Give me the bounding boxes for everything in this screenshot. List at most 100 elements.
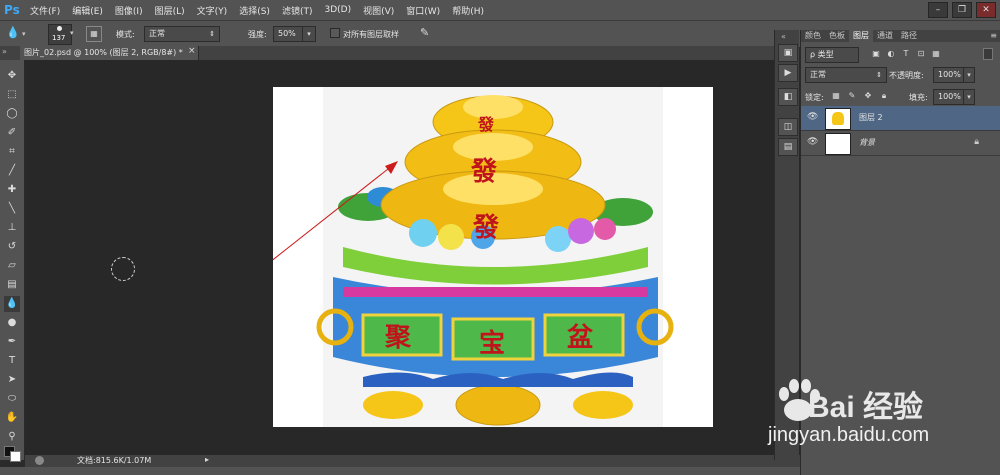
fa-character-middle: 發 (471, 157, 498, 187)
visibility-eye-icon[interactable]: 👁︎ (807, 137, 818, 147)
zoom-tool-icon[interactable]: ⚲ (4, 429, 20, 445)
hand-tool-icon[interactable]: ✋ (4, 410, 20, 426)
gem-ball (545, 226, 571, 252)
panel-menu-icon[interactable]: ≡ (986, 30, 1000, 42)
layer-name[interactable]: 背景 (859, 137, 875, 148)
expand-panels-icon[interactable]: « (781, 32, 786, 41)
tab-layers[interactable]: 图层 (849, 30, 873, 42)
background-color-swatch[interactable] (10, 451, 21, 462)
layer-row-layer-2[interactable]: 👁︎ 图层 2 (801, 106, 1000, 131)
healing-brush-tool-icon[interactable]: ✚ (4, 182, 20, 198)
bowl-band (343, 287, 648, 297)
adjustment-filter-icon[interactable]: ◐ (886, 49, 896, 59)
menu-edit[interactable]: 编辑(E) (72, 4, 103, 17)
ellipse-tool-icon[interactable]: ⬭ (4, 391, 20, 407)
restore-button[interactable]: ❐ (952, 2, 972, 18)
path-selection-tool-icon[interactable]: ➤ (4, 372, 20, 388)
menu-file[interactable]: 文件(F) (30, 4, 60, 17)
gradient-tool-icon[interactable]: ▤ (4, 277, 20, 293)
lasso-tool-icon[interactable]: ◯ (4, 106, 20, 122)
menu-type[interactable]: 文字(Y) (197, 4, 228, 17)
crop-tool-icon[interactable]: ⌗ (4, 144, 20, 160)
menu-view[interactable]: 视图(V) (363, 4, 394, 17)
pressure-icon[interactable]: ✎ (420, 26, 429, 39)
menu-select[interactable]: 选择(S) (239, 4, 270, 17)
tab-color[interactable]: 颜色 (801, 30, 825, 42)
brush-preset-picker[interactable]: 137 (48, 24, 72, 45)
pixel-filter-icon[interactable]: ▣ (871, 49, 881, 59)
gem-ball (568, 218, 594, 244)
layer-name[interactable]: 图层 2 (859, 112, 883, 123)
status-menu-icon[interactable] (35, 456, 44, 465)
lock-fill-row: 锁定: ▦ ✎ ✥ 🔒︎ 填充: 100% ▾ (801, 88, 1000, 106)
properties-panel-icon[interactable]: ◧ (778, 88, 798, 106)
lock-transparent-icon[interactable]: ▦ (831, 91, 841, 101)
menu-3d[interactable]: 3D(D) (324, 5, 351, 15)
lock-position-icon[interactable]: ✥ (863, 91, 873, 101)
brush-panel-toggle-icon[interactable]: ▦ (86, 26, 102, 42)
status-arrow-icon[interactable]: ▸ (205, 455, 209, 464)
document-tab[interactable]: 图片_02.psd @ 100% (图层 2, RGB/8#) * × (20, 46, 199, 60)
tab-paths[interactable]: 路径 (897, 30, 921, 42)
lock-all-icon[interactable]: 🔒︎ (879, 91, 889, 101)
select-arrows-icon: ⇕ (876, 71, 882, 79)
sample-all-layers-checkbox[interactable] (330, 28, 340, 38)
dodge-tool-icon[interactable]: ● (4, 315, 20, 331)
strength-dropdown-icon[interactable]: ▾ (302, 26, 316, 42)
blur-tool-icon[interactable]: 💧 (6, 26, 20, 40)
baidu-brand-text: Bai 经验 (808, 391, 924, 424)
brush-tool-icon[interactable]: ╲ (4, 201, 20, 217)
gem-ball (409, 219, 437, 247)
history-brush-tool-icon[interactable]: ↺ (4, 239, 20, 255)
type-filter-icon[interactable]: T (901, 49, 911, 59)
layer-filter-kind-select[interactable]: ρ 类型 (805, 47, 859, 63)
history-panel-icon[interactable]: ▣ (778, 44, 798, 62)
opacity-label: 不透明度: (889, 71, 924, 80)
fa-character-top: 發 (478, 115, 495, 134)
quick-selection-tool-icon[interactable]: ✐ (4, 125, 20, 141)
move-tool-icon[interactable]: ✥ (4, 68, 20, 84)
minimize-button[interactable]: – (928, 2, 948, 18)
document-canvas[interactable]: 發 發 發 聚 宝 盆 (273, 87, 713, 427)
lock-icons: ▦ ✎ ✥ 🔒︎ (831, 91, 889, 101)
menu-help[interactable]: 帮助(H) (452, 4, 484, 17)
blend-mode-select[interactable]: 正常 ⇕ (805, 67, 887, 83)
opacity-dropdown-icon[interactable]: ▾ (963, 67, 975, 83)
close-button[interactable]: ✕ (976, 2, 996, 18)
strength-input[interactable]: 50% (273, 26, 305, 42)
fill-dropdown-icon[interactable]: ▾ (963, 89, 975, 105)
brush-picker-arrow-icon[interactable]: ▾ (70, 29, 74, 37)
menu-image[interactable]: 图像(I) (115, 4, 143, 17)
clone-stamp-tool-icon[interactable]: ⊥ (4, 220, 20, 236)
tab-channels[interactable]: 通道 (873, 30, 897, 42)
menu-window[interactable]: 窗口(W) (406, 4, 440, 17)
visibility-eye-icon[interactable]: 👁︎ (807, 112, 818, 122)
blur-tool-active-icon[interactable]: 💧 (4, 296, 20, 312)
tab-swatches[interactable]: 色板 (825, 30, 849, 42)
marquee-tool-icon[interactable]: ⬚ (4, 87, 20, 103)
smart-object-filter-icon[interactable]: ▦ (931, 49, 941, 59)
lock-image-icon[interactable]: ✎ (847, 91, 857, 101)
red-arrow-head (385, 161, 398, 174)
shape-filter-icon[interactable]: ⊡ (916, 49, 926, 59)
close-tab-icon[interactable]: × (188, 46, 196, 56)
fill-input[interactable]: 100% (933, 89, 967, 105)
foot-ingot (363, 391, 423, 419)
adjustments-panel-icon[interactable]: ◫ (778, 118, 798, 136)
type-tool-icon[interactable]: T (4, 353, 20, 369)
tool-preset-dropdown-icon[interactable]: ▾ (22, 30, 26, 38)
mode-select[interactable]: 正常 ⇕ (144, 26, 220, 42)
menu-filter[interactable]: 滤镜(T) (282, 4, 313, 17)
select-arrows-icon: ⇕ (209, 30, 215, 38)
styles-panel-icon[interactable]: ▤ (778, 138, 798, 156)
opacity-input[interactable]: 100% (933, 67, 967, 83)
menu-layer[interactable]: 图层(L) (155, 4, 185, 17)
actions-panel-icon[interactable]: ▶ (778, 64, 798, 82)
pen-tool-icon[interactable]: ✒ (4, 334, 20, 350)
pot-label-bao: 宝 (479, 329, 506, 359)
eyedropper-tool-icon[interactable]: ╱ (4, 163, 20, 179)
eraser-tool-icon[interactable]: ▱ (4, 258, 20, 274)
collapse-toolbox-icon[interactable]: » (2, 47, 7, 56)
layer-row-background[interactable]: 👁︎ 背景 🔒︎ (801, 131, 1000, 156)
filter-toggle[interactable] (983, 48, 993, 60)
